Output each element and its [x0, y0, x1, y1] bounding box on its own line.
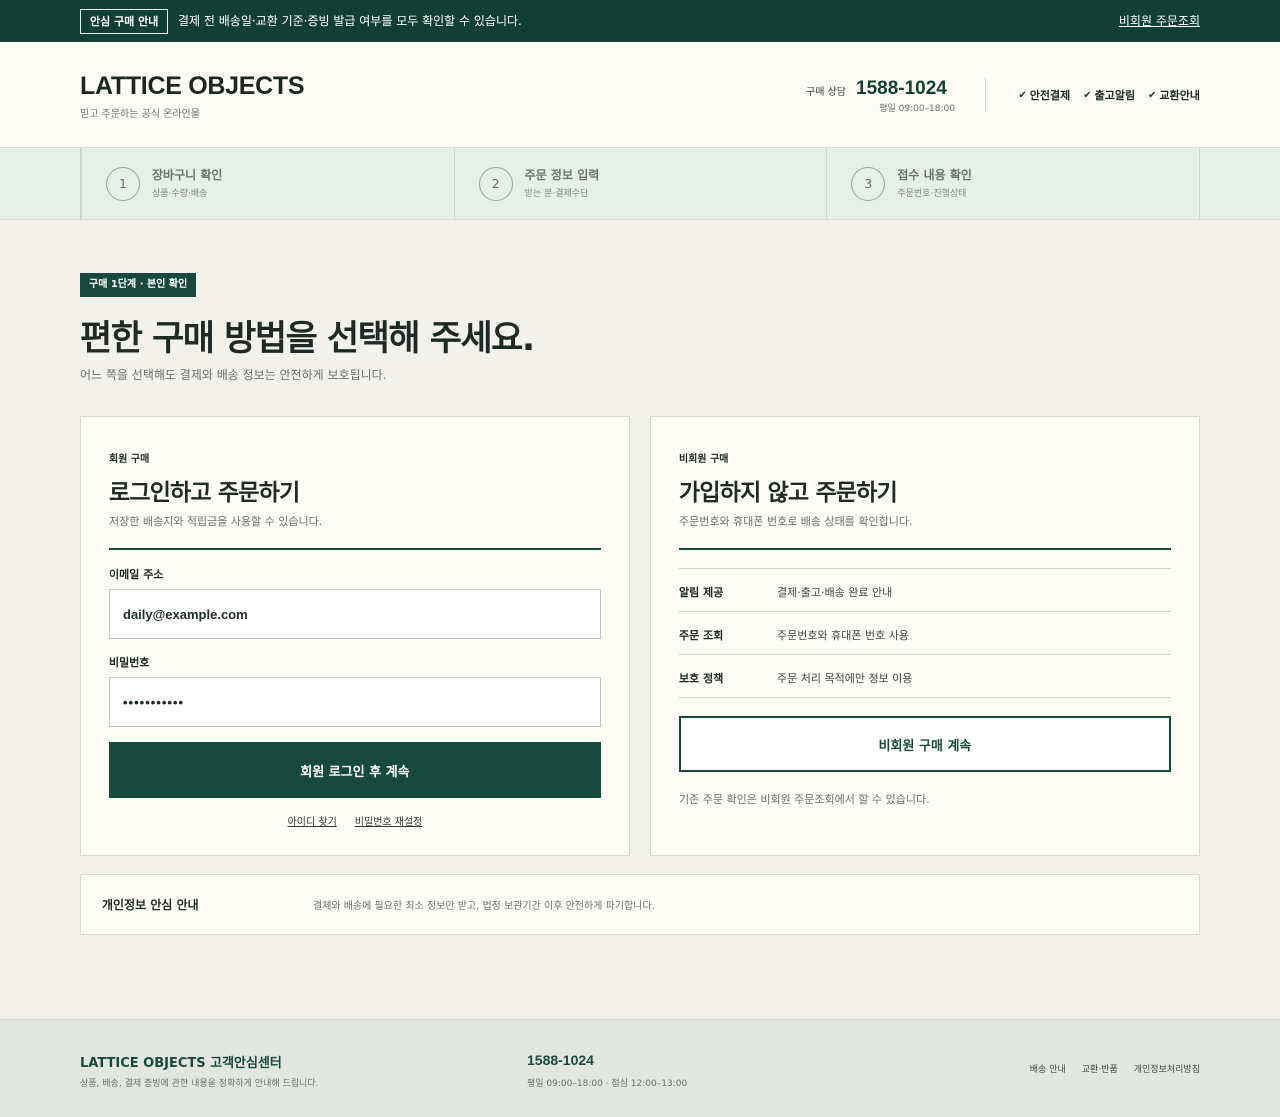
step-number: 1 — [106, 167, 140, 201]
trust-item-shipping-alert: ✔ 출고알림 — [1083, 87, 1135, 103]
footer-link-privacy-policy[interactable]: 개인정보처리방침 — [1134, 1062, 1200, 1075]
step-title: 주문 정보 입력 — [524, 168, 600, 182]
trust-item-label: 출고알림 — [1094, 89, 1136, 102]
step-subtitle: 상품·수량·배송 — [152, 189, 208, 199]
member-login-panel: 회원 구매 로그인하고 주문하기 저장한 배송지와 적립금을 사용할 수 있습니… — [80, 416, 630, 856]
trust-item-label: 교환안내 — [1159, 89, 1200, 102]
brand-tagline: 믿고 주문하는 공식 온라인몰 — [80, 109, 200, 120]
trust-item-label: 안전결제 — [1029, 89, 1071, 102]
privacy-title: 개인정보 안심 안내 — [102, 898, 199, 912]
step-cart: 1 장바구니 확인 상품·수량·배송 — [82, 148, 455, 220]
guest-purchase-panel: 비회원 구매 가입하지 않고 주문하기 주문번호와 휴대폰 번호로 배송 상태를… — [650, 416, 1200, 856]
site-footer: LATTICE OBJECTS 고객안심센터 상품, 배송, 결제 증빙에 관한… — [0, 1019, 1280, 1117]
trust-item-exchange-guide: ✔ 교환안내 — [1148, 87, 1200, 103]
password-field[interactable] — [109, 677, 601, 727]
checkout-steps: 1 장바구니 확인 상품·수량·배송 2 주문 정보 입력 받는 분·결제수단 … — [0, 148, 1280, 220]
info-row: 주문 조회 주문번호와 휴대폰 번호 사용 — [679, 612, 1171, 655]
guest-info-table: 알림 제공 결제·출고·배송 완료 안내 주문 조회 주문번호와 휴대폰 번호 … — [679, 568, 1171, 698]
step-number: 3 — [851, 167, 886, 201]
reset-password-link[interactable]: 비밀번호 재설정 — [355, 813, 423, 828]
email-field[interactable] — [109, 589, 601, 639]
email-label: 이메일 주소 — [109, 568, 164, 581]
info-value: 결제·출고·배송 완료 안내 — [777, 586, 893, 599]
info-key: 주문 조회 — [679, 629, 724, 642]
brand-logo[interactable]: LATTICE OBJECTS — [80, 72, 305, 101]
consult-label: 구매 상담 — [806, 87, 846, 98]
page-subtitle: 어느 쪽을 선택해도 결제와 배송 정보는 안전하게 보호됩니다. — [80, 368, 387, 382]
panel-kicker: 비회원 구매 — [679, 454, 729, 465]
purchase-notice-text: 결제 전 배송일·교환 기준·증빙 발급 여부를 모두 확인할 수 있습니다. — [178, 14, 522, 28]
consult-phone: 1588-1024 — [856, 78, 947, 99]
guest-note: 기존 주문 확인은 비회원 주문조회에서 할 수 있습니다. — [679, 793, 930, 806]
info-value: 주문 처리 목적에만 정보 이용 — [777, 672, 913, 685]
footer-brand: LATTICE OBJECTS 고객안심센터 — [80, 1056, 282, 1071]
step-confirm: 3 접수 내용 확인 주문번호·진행상태 — [827, 148, 1199, 220]
step-badge: 구매 1단계 · 본인 확인 — [80, 273, 197, 297]
trust-item-safe-payment: ✔ 안전결제 — [1018, 87, 1070, 103]
check-icon: ✔ — [1018, 89, 1027, 101]
password-label: 비밀번호 — [109, 656, 150, 669]
panel-divider — [679, 548, 1171, 550]
step-number: 2 — [478, 167, 513, 201]
info-row: 보호 정책 주문 처리 목적에만 정보 이용 — [679, 655, 1171, 698]
privacy-notice: 개인정보 안심 안내 결제와 배송에 필요한 최소 정보만 받고, 법정 보관기… — [80, 874, 1200, 935]
consult-hours: 평일 09:00–18:00 — [879, 104, 955, 114]
trust-badges: ✔ 안전결제 ✔ 출고알림 ✔ 교환안내 — [1018, 87, 1200, 103]
step-subtitle: 받는 분·결제수단 — [524, 189, 589, 199]
panel-title: 로그인하고 주문하기 — [109, 480, 300, 506]
info-key: 알림 제공 — [679, 586, 724, 599]
info-value: 주문번호와 휴대폰 번호 사용 — [777, 629, 909, 642]
page-title: 편한 구매 방법을 선택해 주세요. — [80, 319, 535, 359]
check-icon: ✔ — [1083, 89, 1092, 101]
member-login-button[interactable]: 회원 로그인 후 계속 — [109, 742, 601, 798]
header-divider — [985, 78, 986, 112]
footer-links: 배송 안내 교환·반품 개인정보처리방침 — [1030, 1062, 1200, 1075]
step-title: 접수 내용 확인 — [897, 168, 972, 182]
info-key: 보호 정책 — [679, 672, 724, 685]
safe-purchase-badge: 안심 구매 안내 — [80, 9, 169, 34]
panel-divider — [109, 548, 601, 550]
step-order-info: 2 주문 정보 입력 받는 분·결제수단 — [455, 148, 828, 220]
step-title: 장바구니 확인 — [152, 168, 223, 182]
privacy-text: 결제와 배송에 필요한 최소 정보만 받고, 법정 보관기간 이후 안전하게 파… — [313, 901, 655, 912]
panel-kicker: 회원 구매 — [109, 454, 150, 465]
guest-order-lookup-link[interactable]: 비회원 주문조회 — [1119, 12, 1200, 29]
step-subtitle: 주문번호·진행상태 — [897, 189, 967, 199]
footer-phone: 1588-1024 — [527, 1052, 594, 1068]
footer-link-shipping[interactable]: 배송 안내 — [1030, 1062, 1066, 1075]
guest-continue-button[interactable]: 비회원 구매 계속 — [679, 716, 1171, 772]
footer-hours: 평일 09:00–18:00 · 점심 12:00–13:00 — [527, 1079, 688, 1089]
panel-description: 저장한 배송지와 적립금을 사용할 수 있습니다. — [109, 515, 323, 528]
top-notice-bar: 안심 구매 안내 결제 전 배송일·교환 기준·증빙 발급 여부를 모두 확인할… — [0, 0, 1280, 42]
find-id-link[interactable]: 아이디 찾기 — [288, 813, 337, 828]
panel-title: 가입하지 않고 주문하기 — [679, 480, 898, 506]
panel-description: 주문번호와 휴대폰 번호로 배송 상태를 확인합니다. — [679, 515, 913, 528]
info-row: 알림 제공 결제·출고·배송 완료 안내 — [679, 569, 1171, 612]
account-help-links: 아이디 찾기 비밀번호 재설정 — [81, 813, 629, 828]
footer-link-returns[interactable]: 교환·반품 — [1082, 1062, 1118, 1075]
site-header: LATTICE OBJECTS 믿고 주문하는 공식 온라인몰 구매 상담 15… — [0, 42, 1280, 148]
footer-description: 상품, 배송, 결제 증빙에 관한 내용을 정확하게 안내해 드립니다. — [80, 1079, 319, 1089]
check-icon: ✔ — [1148, 89, 1157, 101]
